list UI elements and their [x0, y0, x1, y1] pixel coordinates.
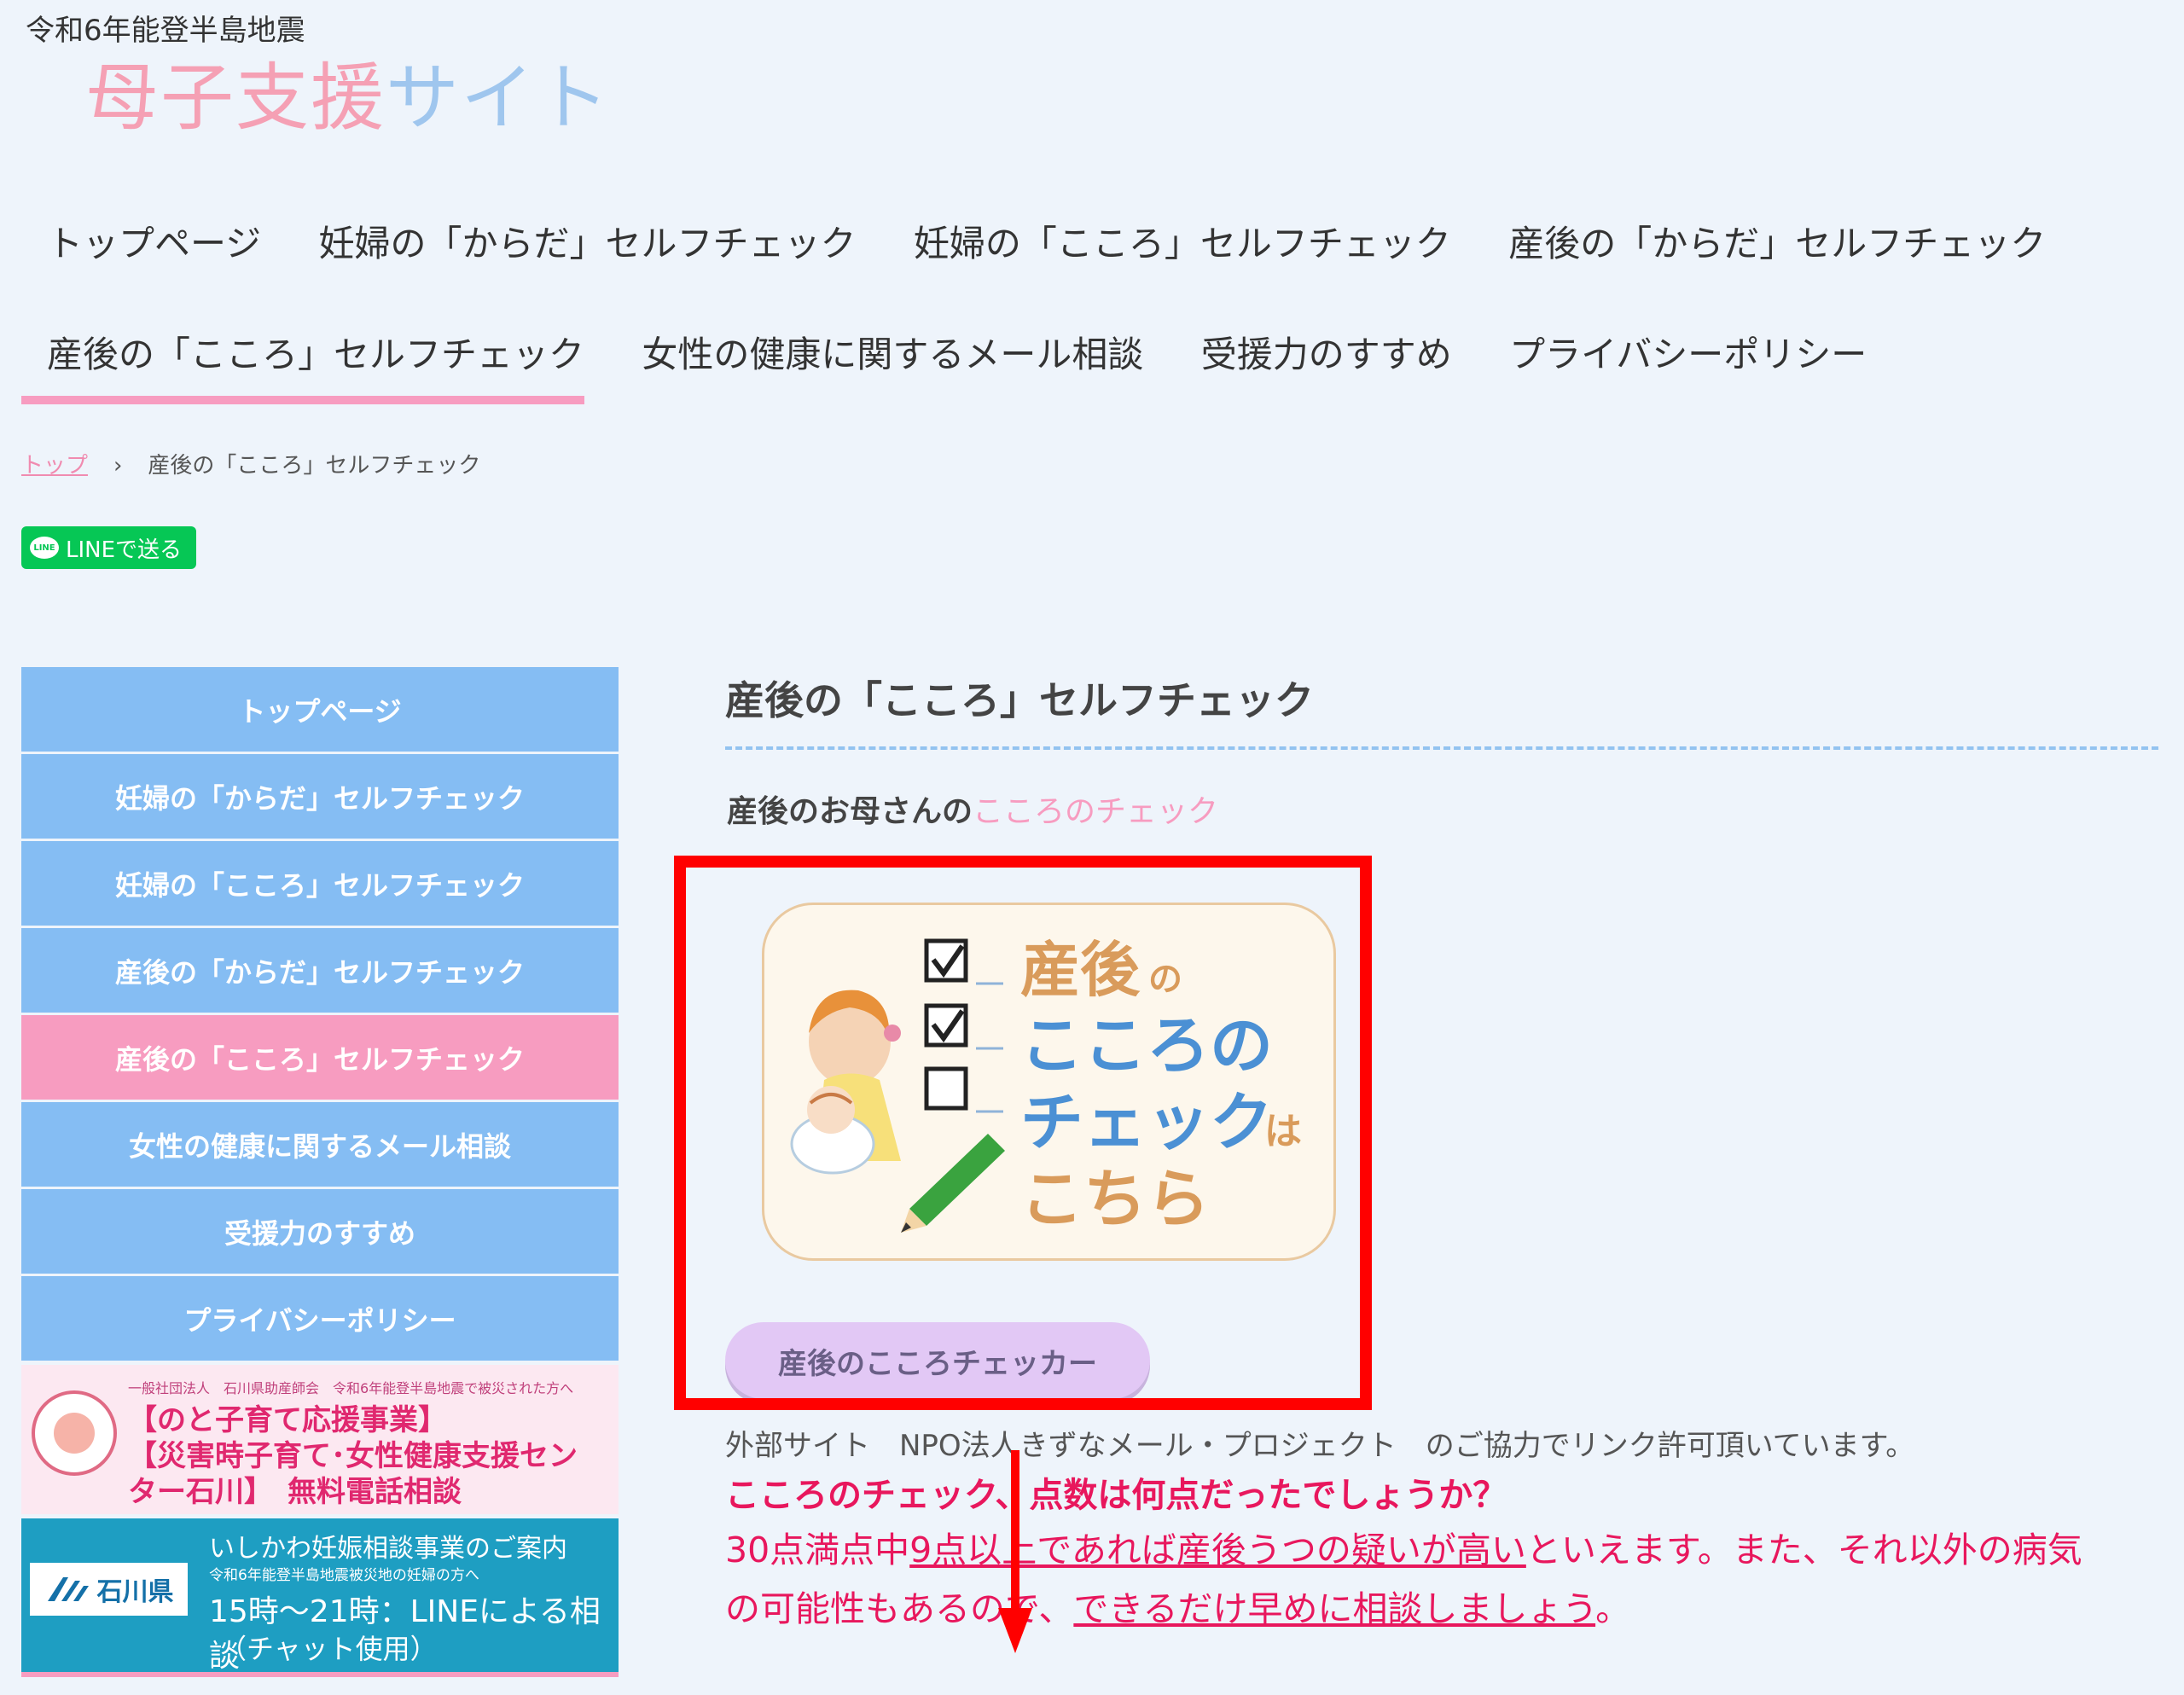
midwife-association-logo-icon [32, 1390, 117, 1476]
sidebar-item-pregnant-mind[interactable]: 妊婦の「こころ」セルフチェック [21, 841, 619, 926]
sidebar-item-postpartum-mind[interactable]: 産後の「こころ」セルフチェック [21, 1015, 619, 1100]
sidebar-item-mail-consult[interactable]: 女性の健康に関するメール相談 [21, 1102, 619, 1187]
score-message-line1: 30点満点中9点以上であれば産後うつの疑いが高いといえます。また、それ以外の病気 [725, 1530, 2082, 1570]
consult-early-link[interactable]: できるだけ早めに相談しましょう [1073, 1588, 1595, 1629]
banner-line1: いしかわ妊娠相談事業のご案内 [209, 1534, 567, 1564]
site-logo[interactable]: 母子支援サイト [85, 38, 611, 144]
active-nav-underline [21, 396, 584, 404]
page-title: 産後の「こころ」セルフチェック [725, 677, 1314, 723]
gnav-item-top[interactable]: トップページ [47, 215, 261, 267]
line-icon: LINE [30, 537, 59, 559]
sidebar-item-postpartum-body[interactable]: 産後の「からだ」セルフチェック [21, 928, 619, 1013]
breadcrumb: トップ › 産後の「こころ」セルフチェック [21, 448, 480, 479]
sidebar-item-privacy[interactable]: プライバシーポリシー [21, 1276, 619, 1361]
ishikawa-prefecture-logo: 石川県 [30, 1563, 188, 1616]
highlight-frame [674, 856, 1372, 1410]
banner-small-text: 一般社団法人 石川県助産師会 令和6年能登半島地震で被災された方へ [128, 1380, 574, 1396]
line-share-button[interactable]: LINE LINEで送る [21, 526, 196, 569]
banner-line4: （チャット使用） [219, 1633, 438, 1665]
sidebar-item-pregnant-body[interactable]: 妊婦の「からだ」セルフチェック [21, 754, 619, 839]
heading-divider [725, 746, 2158, 750]
gnav-item-mail-consult[interactable]: 女性の健康に関するメール相談 [642, 326, 1143, 378]
arrow-down-icon [998, 1450, 1032, 1653]
ishikawa-consult-banner[interactable]: 石川県 いしかわ妊娠相談事業のご案内 令和6年能登半島地震被災地の妊婦の方へ 1… [21, 1518, 619, 1674]
external-site-note: 外部サイト NPO法人きずなメール・プロジェクト のご協力でリンク許可頂いていま… [725, 1429, 1915, 1463]
ishikawa-mark-icon [47, 1577, 89, 1601]
breadcrumb-current: 産後の「こころ」セルフチェック [148, 453, 481, 479]
gnav-item-juenryoku[interactable]: 受援力のすすめ [1201, 326, 1452, 378]
gnav-item-pregnant-body[interactable]: 妊婦の「からだ」セルフチェック [319, 215, 857, 267]
global-nav-row1: トップページ 妊婦の「からだ」セルフチェック 妊婦の「こころ」セルフチェック 産… [47, 215, 2092, 267]
site-title-part1: 母子支援 [85, 55, 386, 141]
breadcrumb-home-link[interactable]: トップ [21, 453, 88, 479]
global-nav-row2: 産後の「こころ」セルフチェック 女性の健康に関するメール相談 受援力のすすめ プ… [47, 326, 1913, 378]
section-subtitle: 産後のお母さんのこころのチェック [727, 794, 1219, 829]
noto-support-banner[interactable]: 一般社団法人 石川県助産師会 令和6年能登半島地震で被災された方へ 【のと子育て… [21, 1365, 619, 1514]
gnav-item-postpartum-body[interactable]: 産後の「からだ」セルフチェック [1508, 215, 2046, 267]
score-question: こころのチェック、点数は何点だったでしょうか？ [725, 1476, 1507, 1515]
sidebar-item-top[interactable]: トップページ [21, 667, 619, 752]
site-title-part2: サイト [386, 55, 611, 141]
banner-main-text: 【のと子育て応援事業】 【災害時子育て･女性健康支援セン ター石川】 無料電話相… [128, 1403, 578, 1509]
sidebar-item-juenryoku[interactable]: 受援力のすすめ [21, 1189, 619, 1274]
score-message-line2: の可能性もあるので、できるだけ早めに相談しましょう。 [725, 1588, 1631, 1629]
gnav-item-pregnant-mind[interactable]: 妊婦の「こころ」セルフチェック [914, 215, 1451, 267]
breadcrumb-separator: › [113, 453, 123, 479]
banner-bottom-strip [21, 1672, 619, 1677]
banner-line2: 令和6年能登半島地震被災地の妊婦の方へ [209, 1567, 479, 1584]
gnav-item-postpartum-mind[interactable]: 産後の「こころ」セルフチェック [47, 326, 584, 378]
sidebar-menu: トップページ 妊婦の「からだ」セルフチェック 妊婦の「こころ」セルフチェック 産… [21, 667, 619, 1363]
line-share-label: LINEで送る [66, 537, 183, 563]
gnav-item-privacy[interactable]: プライバシーポリシー [1509, 326, 1867, 378]
